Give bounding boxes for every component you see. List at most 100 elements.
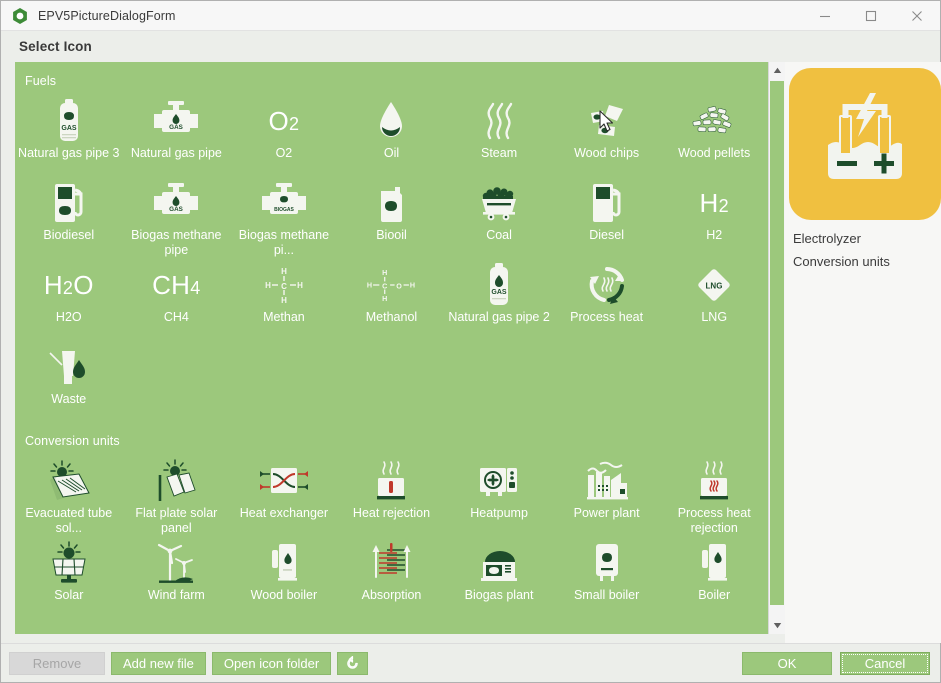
add-new-file-button[interactable]: Add new file xyxy=(111,651,206,675)
svg-text:H: H xyxy=(281,296,287,305)
icon-grid-item[interactable]: Wood chips xyxy=(553,94,661,176)
icon-grid-item[interactable]: GAS Natural gas pipe 3 xyxy=(15,94,123,176)
icon-grid-item[interactable]: Biodiesel xyxy=(15,176,123,258)
icon-label: Process heat rejection xyxy=(677,506,751,535)
evacuated-tube-collector-icon xyxy=(43,458,95,504)
icon-grid-item[interactable]: Oil xyxy=(338,94,446,176)
icon-label: Solar xyxy=(54,588,84,602)
icon-grid-item[interactable]: O2 O2 xyxy=(230,94,338,176)
icon-grid-item[interactable]: BIOGAS Biogas methane pi... xyxy=(230,176,338,258)
minimize-button[interactable] xyxy=(802,1,848,31)
svg-text:GAS: GAS xyxy=(170,206,184,213)
group-label: Fuels xyxy=(25,74,57,88)
open-icon-folder-button[interactable]: Open icon folder xyxy=(211,651,332,675)
text-o2-icon: O2 xyxy=(268,106,300,136)
icon-grid-item[interactable]: Diesel xyxy=(553,176,661,258)
cancel-button[interactable]: Cancel xyxy=(840,651,930,675)
preview-panel: Electrolyzer Conversion units xyxy=(785,62,941,643)
green-ring-logo-icon xyxy=(13,7,27,24)
icon-label: Oil xyxy=(383,146,400,160)
icon-grid-item[interactable]: H H C H H Methan xyxy=(230,258,338,340)
heatpump-icon xyxy=(473,458,525,504)
icon-grid-item[interactable]: Heat exchanger xyxy=(230,454,338,536)
preview-icon-group: Conversion units xyxy=(793,254,890,269)
text-h2o-icon: H2O xyxy=(43,270,94,300)
process-heat-rejection-icon xyxy=(688,458,740,504)
remove-button[interactable]: Remove xyxy=(9,651,105,675)
icon-grid-item[interactable]: GAS Biogas methane pipe xyxy=(123,176,231,258)
icon-grid-item[interactable]: H2O H2O xyxy=(15,258,123,340)
refresh-icon xyxy=(347,655,359,669)
vertical-scrollbar[interactable] xyxy=(768,62,785,634)
scrollbar-thumb[interactable] xyxy=(770,81,784,605)
icon-label: Diesel xyxy=(589,228,624,242)
icon-label: Natural gas pipe 2 xyxy=(448,310,550,324)
icon-label: Wood boiler xyxy=(250,588,318,602)
svg-text:H: H xyxy=(281,267,287,276)
icon-grid-item[interactable]: Coal xyxy=(445,176,553,258)
electrolyzer-icon xyxy=(789,68,941,220)
icon-label: Waste xyxy=(51,392,87,406)
fuel-pump-leaf-icon xyxy=(43,180,95,226)
icon-grid-item[interactable]: Absorption xyxy=(338,536,446,618)
icon-grid-item[interactable]: Wood boiler xyxy=(230,536,338,618)
methane-structure-icon: H H C H H xyxy=(258,262,310,308)
icon-grid-item[interactable]: Process heat xyxy=(553,258,661,340)
scrollbar-track[interactable] xyxy=(769,79,785,617)
fuel-pump-icon xyxy=(581,180,633,226)
dialog-header: Select Icon xyxy=(1,31,940,62)
icon-grid-item[interactable]: Biogas plant xyxy=(445,536,553,618)
icon-label: H2O xyxy=(55,310,82,324)
icon-label: Absorption xyxy=(361,588,422,602)
icon-grid-item[interactable]: Process heat rejection xyxy=(660,454,768,536)
small-boiler-icon xyxy=(581,540,633,586)
icon-label: Biogas plant xyxy=(464,588,534,602)
icon-grid-item[interactable]: Power plant xyxy=(553,454,661,536)
scroll-down-arrow-icon[interactable] xyxy=(769,617,785,634)
steam-waves-icon xyxy=(473,98,525,144)
icon-grid-item[interactable]: CH4 CH4 xyxy=(123,258,231,340)
icon-grid-item[interactable]: Flat plate solar panel xyxy=(123,454,231,536)
icon-grid-item[interactable]: GAS Natural gas pipe xyxy=(123,94,231,176)
icon-grid-item[interactable]: Heat rejection xyxy=(338,454,446,536)
icon-grid-item[interactable]: Small boiler xyxy=(553,536,661,618)
icon-grid-item[interactable]: Waste xyxy=(15,340,123,422)
icon-grid-item[interactable]: Wood pellets xyxy=(660,94,768,176)
icon-grid-item[interactable]: Steam xyxy=(445,94,553,176)
icon-label: Heat exchanger xyxy=(239,506,329,520)
boiler-icon xyxy=(688,540,740,586)
oil-canister-leaf-icon xyxy=(365,180,417,226)
icon-grid-item[interactable]: GAS Natural gas pipe 2 xyxy=(445,258,553,340)
icon-label: LNG xyxy=(701,310,728,324)
text-ch4-icon: CH4 xyxy=(152,270,201,300)
icon-label: Steam xyxy=(480,146,518,160)
icon-grid-item[interactable]: H H C O H H Methanol xyxy=(338,258,446,340)
icon-label: Heat rejection xyxy=(352,506,431,520)
close-button[interactable] xyxy=(894,1,940,31)
icon-grid: GAS Natural gas pipe 3 GAS Natural gas p… xyxy=(15,94,768,422)
window-title: EPV5PictureDialogForm xyxy=(38,8,176,23)
waste-flame-icon xyxy=(43,344,95,390)
icon-grid-item[interactable]: LNG LNG xyxy=(660,258,768,340)
icon-grid-item[interactable]: Solar xyxy=(15,536,123,618)
svg-text:H: H xyxy=(410,282,415,290)
icon-grid-item[interactable]: Evacuated tube sol... xyxy=(15,454,123,536)
scroll-up-arrow-icon[interactable] xyxy=(769,62,785,79)
icon-scroll-area[interactable]: Fuels GAS Natural gas pipe 3 GAS Natural… xyxy=(15,62,768,634)
icon-label: Wood chips xyxy=(574,146,640,160)
refresh-button[interactable] xyxy=(337,651,369,675)
oil-droplet-icon xyxy=(365,98,417,144)
svg-text:LNG: LNG xyxy=(706,282,723,291)
svg-text:BIOGAS: BIOGAS xyxy=(274,207,294,213)
icon-grid-item[interactable]: Biooil xyxy=(338,176,446,258)
icon-label: Evacuated tube sol... xyxy=(25,506,113,535)
icon-label: O2 xyxy=(275,146,293,160)
icon-grid-item[interactable]: H2 H2 xyxy=(660,176,768,258)
svg-text:H: H xyxy=(297,281,303,290)
icon-label: Biogas methane pipe xyxy=(131,228,222,257)
maximize-button[interactable] xyxy=(848,1,894,31)
icon-grid-item[interactable]: Heatpump xyxy=(445,454,553,536)
icon-grid-item[interactable]: Wind farm xyxy=(123,536,231,618)
icon-grid-item[interactable]: Boiler xyxy=(660,536,768,618)
ok-button[interactable]: OK xyxy=(742,651,832,675)
